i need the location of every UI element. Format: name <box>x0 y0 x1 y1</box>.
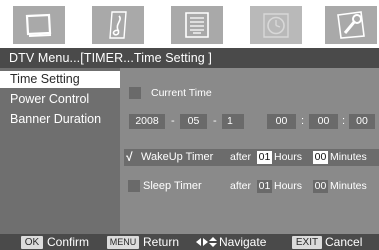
sleep-hours-field[interactable]: 01 <box>257 180 272 193</box>
second-field[interactable]: 00 <box>349 114 375 129</box>
date-separator: - <box>171 115 175 127</box>
sidebar-item-power-control[interactable]: Power Control <box>0 91 120 108</box>
tab-picture[interactable] <box>13 6 65 44</box>
breadcrumb: DTV Menu...[TIMER...Time Setting ] <box>0 48 379 68</box>
clock-icon <box>263 13 289 38</box>
sleep-hours-label: Hours <box>274 180 303 192</box>
menu-icon-strip <box>0 0 379 48</box>
checkmark-icon[interactable]: √ <box>126 151 133 164</box>
minute-field[interactable]: 00 <box>309 114 338 129</box>
wrench-icon <box>337 11 365 39</box>
wakeup-timer-label: WakeUp Timer <box>141 151 214 163</box>
time-separator: : <box>342 115 346 127</box>
wakeup-minutes-field[interactable]: 00 <box>313 151 328 164</box>
channel-list-icon <box>185 12 209 38</box>
time-separator: : <box>301 115 305 127</box>
sleep-timer-checkbox[interactable] <box>128 180 140 192</box>
navigate-hint-label: Navigate <box>219 235 267 249</box>
wakeup-hours-label: Hours <box>274 151 303 163</box>
menu-hint-label: Return <box>143 235 180 249</box>
hour-field[interactable]: 00 <box>267 114 296 129</box>
year-field[interactable]: 2008 <box>129 114 165 129</box>
time-setting-panel: Current Time 2008 - 05 - 1 00 : 00 : 00 … <box>120 68 379 234</box>
ok-key: OK <box>21 236 43 249</box>
sidebar-item-time-setting[interactable]: Time Setting <box>0 71 120 88</box>
exit-key: EXIT <box>292 236 322 249</box>
music-note-icon <box>109 11 127 39</box>
menu-key: MENU <box>107 236 139 249</box>
sleep-after-label: after <box>230 180 252 192</box>
sidebar: Time Setting Power Control Banner Durati… <box>0 68 120 234</box>
wakeup-hours-field[interactable]: 01 <box>257 151 272 164</box>
sleep-timer-label: Sleep Timer <box>143 180 202 192</box>
current-time-checkbox[interactable] <box>129 87 141 99</box>
tab-timer[interactable] <box>250 6 302 44</box>
sleep-minutes-label: Minutes <box>330 180 367 192</box>
current-time-label: Current Time <box>151 87 212 99</box>
tab-setup[interactable] <box>325 6 377 44</box>
wakeup-after-label: after <box>230 151 252 163</box>
sleep-minutes-field[interactable]: 00 <box>313 180 328 193</box>
key-hint-bar: OK Confirm MENU Return Navigate EXIT Can… <box>0 234 379 250</box>
month-field[interactable]: 05 <box>180 114 207 129</box>
sidebar-item-banner-duration[interactable]: Banner Duration <box>0 111 120 128</box>
exit-hint-label: Cancel <box>325 235 363 249</box>
date-separator: - <box>213 115 217 127</box>
tab-channel[interactable] <box>171 6 223 44</box>
tab-sound[interactable] <box>92 6 144 44</box>
picture-icon <box>25 13 52 37</box>
wakeup-minutes-label: Minutes <box>330 151 367 163</box>
ok-hint-label: Confirm <box>47 235 90 249</box>
navigate-arrows-icon <box>196 237 217 247</box>
day-field[interactable]: 1 <box>222 114 244 129</box>
